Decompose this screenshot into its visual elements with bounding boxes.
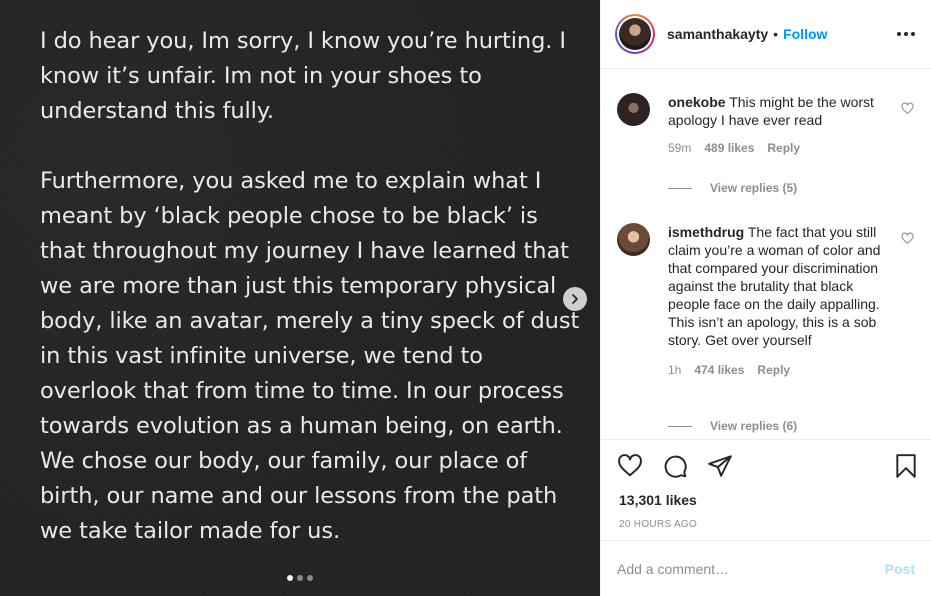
comments-list[interactable]: onekobe This might be the worst apology …	[601, 70, 931, 438]
comment-likes[interactable]: 474 likes	[694, 363, 744, 377]
comment-meta: 1h 474 likes Reply	[668, 363, 915, 377]
post-header: samanthakayty • Follow	[601, 0, 931, 69]
carousel-indicator	[287, 575, 313, 581]
avatar-ring-inner	[617, 16, 653, 52]
more-dot	[897, 32, 901, 36]
comment-input[interactable]	[617, 560, 885, 577]
more-dot	[904, 32, 908, 36]
share-icon[interactable]	[707, 453, 733, 479]
likes-count[interactable]: 13,301 likes	[619, 492, 697, 508]
post-comment-button[interactable]: Post	[885, 561, 915, 577]
author-avatar[interactable]	[615, 14, 655, 54]
comment-icon[interactable]	[662, 453, 688, 479]
post-actions: 13,301 likes 20 HOURS AGO Post	[601, 439, 931, 596]
reply-button[interactable]: Reply	[757, 363, 790, 377]
replies-divider-line	[668, 187, 692, 189]
add-comment-form: Post	[601, 540, 931, 596]
carousel-dot-active	[287, 575, 293, 581]
post-timestamp: 20 HOURS AGO	[619, 519, 698, 530]
carousel-dot	[307, 575, 313, 581]
post-paragraph: I do hear you, Im sorry, I know you’re h…	[40, 28, 566, 124]
header-separator: •	[773, 26, 779, 42]
view-replies-button[interactable]: View replies (5)	[668, 181, 797, 195]
comment-time: 59m	[668, 141, 692, 155]
more-options-icon[interactable]	[897, 32, 915, 36]
comment-body: onekobe This might be the worst apology …	[668, 93, 883, 129]
comment-like-heart-icon[interactable]	[901, 232, 914, 245]
replies-divider-line	[668, 425, 692, 427]
comment-text: The fact that you still claim you’re a w…	[668, 224, 881, 348]
carousel-next-button[interactable]	[563, 287, 587, 311]
heart-icon[interactable]	[617, 453, 643, 479]
post-paragraph: Furthermore, you asked me to explain wha…	[40, 168, 580, 544]
action-buttons	[617, 453, 919, 481]
comment-time: 1h	[668, 363, 682, 377]
bookmark-icon[interactable]	[893, 453, 919, 479]
post-image[interactable]: I do hear you, Im sorry, I know you’re h…	[0, 0, 600, 596]
chevron-right-icon	[572, 294, 578, 304]
commenter-username[interactable]: onekobe	[668, 94, 726, 110]
reply-button[interactable]: Reply	[767, 141, 800, 155]
commenter-avatar[interactable]	[617, 93, 650, 126]
commenter-avatar[interactable]	[617, 223, 650, 256]
comment-like-heart-icon[interactable]	[901, 102, 914, 115]
comment-item: onekobe This might be the worst apology …	[601, 93, 931, 155]
comment-item: ismethdrug The fact that you still claim…	[601, 223, 931, 377]
instagram-post-view: I do hear you, Im sorry, I know you’re h…	[0, 0, 931, 596]
carousel-dot	[297, 575, 303, 581]
author-username[interactable]: samanthakayty	[667, 26, 768, 42]
commenter-username[interactable]: ismethdrug	[668, 224, 744, 240]
view-replies-label: View replies (6)	[710, 419, 798, 433]
avatar-image	[619, 18, 651, 50]
view-replies-button[interactable]: View replies (6)	[668, 419, 797, 433]
comment-body: ismethdrug The fact that you still claim…	[668, 223, 883, 349]
follow-button[interactable]: Follow	[783, 26, 827, 42]
view-replies-label: View replies (5)	[710, 181, 798, 195]
post-sidebar: samanthakayty • Follow onekobe This migh…	[600, 0, 931, 596]
comment-meta: 59m 489 likes Reply	[668, 141, 915, 155]
more-dot	[911, 32, 915, 36]
post-text: I do hear you, Im sorry, I know you’re h…	[40, 24, 580, 549]
comment-likes[interactable]: 489 likes	[704, 141, 754, 155]
